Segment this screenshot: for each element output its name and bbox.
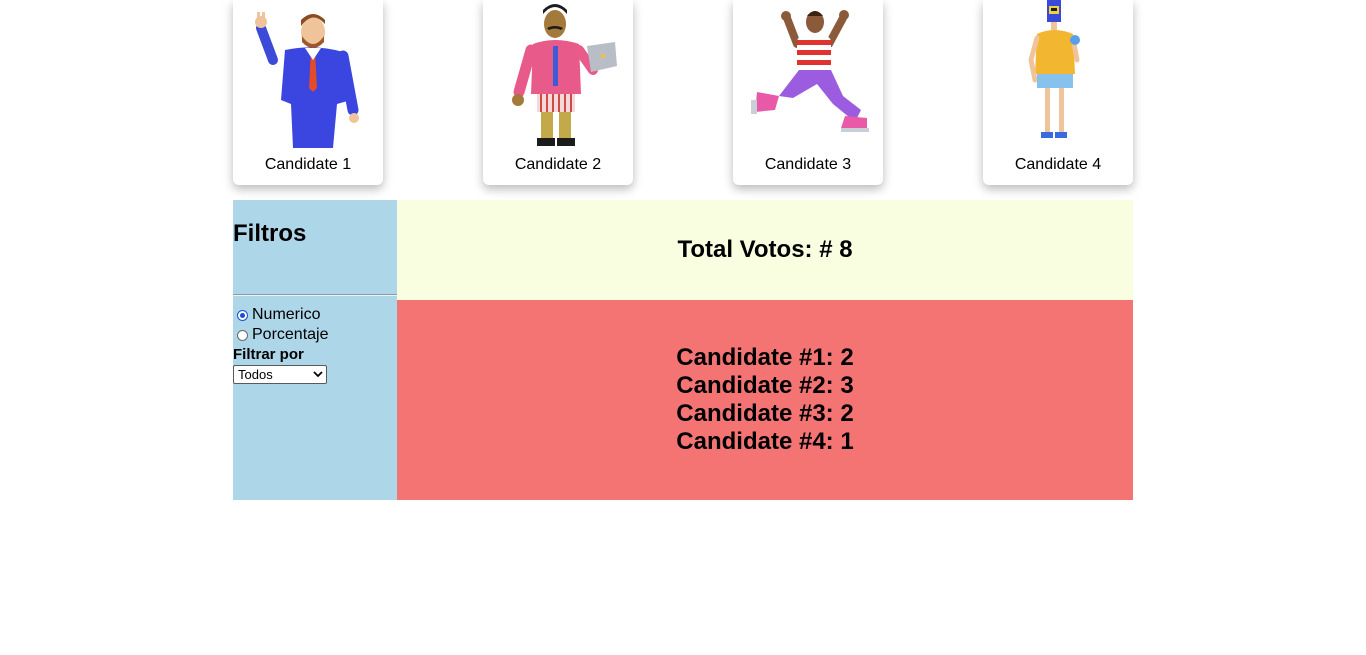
candidate-name: Candidate 2 (514, 156, 602, 173)
chevron-down-icon (313, 371, 323, 378)
filter-by-label: Filtrar por (233, 346, 304, 363)
candidate-card-3[interactable]: Candidate 3 (733, 0, 883, 185)
radio-label: Numerico (252, 306, 321, 323)
filter-by-value: Todos (238, 367, 273, 382)
result-line: Candidate #1: 2 (676, 344, 854, 371)
radio-label: Porcentaje (252, 326, 329, 343)
candidate-name: Candidate 1 (264, 156, 352, 173)
filters-panel: Filtros Numerico Porcentaje Filtrar por … (233, 200, 397, 500)
radio-button-checked[interactable] (237, 309, 248, 321)
candidate-cards: Candidate 1 Candidate 2 Candidate 3 Cand… (233, 0, 1133, 185)
candidate-card-2[interactable]: Candidate 2 (483, 0, 633, 185)
man-in-blue-suit-illustration (255, 12, 359, 148)
result-line: Candidate #4: 1 (676, 428, 854, 455)
filters-title: Filtros (233, 220, 307, 247)
total-votes-text: Total Votos: # 8 (677, 236, 853, 263)
man-with-laptop-illustration (512, 4, 617, 146)
running-person-illustration (751, 10, 869, 132)
robot-head-person-illustration (1028, 0, 1080, 138)
radio-button[interactable] (237, 329, 248, 341)
result-line: Candidate #3: 2 (676, 400, 854, 427)
radio-numerico[interactable]: Numerico (237, 305, 320, 325)
candidate-card-1[interactable]: Candidate 1 (233, 0, 383, 185)
result-line: Candidate #2: 3 (676, 372, 854, 399)
results-panel: Candidate #1: 2 Candidate #2: 3 Candidat… (397, 300, 1133, 500)
voting-page: Candidate 1 Candidate 2 Candidate 3 Cand… (0, 0, 1366, 655)
filters-divider (233, 294, 397, 296)
total-votes-panel: Total Votos: # 8 (397, 200, 1133, 300)
radio-porcentaje[interactable]: Porcentaje (237, 325, 329, 345)
candidate-name: Candidate 4 (1014, 156, 1102, 173)
candidate-name: Candidate 3 (764, 156, 852, 173)
candidate-card-4[interactable]: Candidate 4 (983, 0, 1133, 185)
filter-by-select[interactable]: Todos (233, 365, 327, 384)
